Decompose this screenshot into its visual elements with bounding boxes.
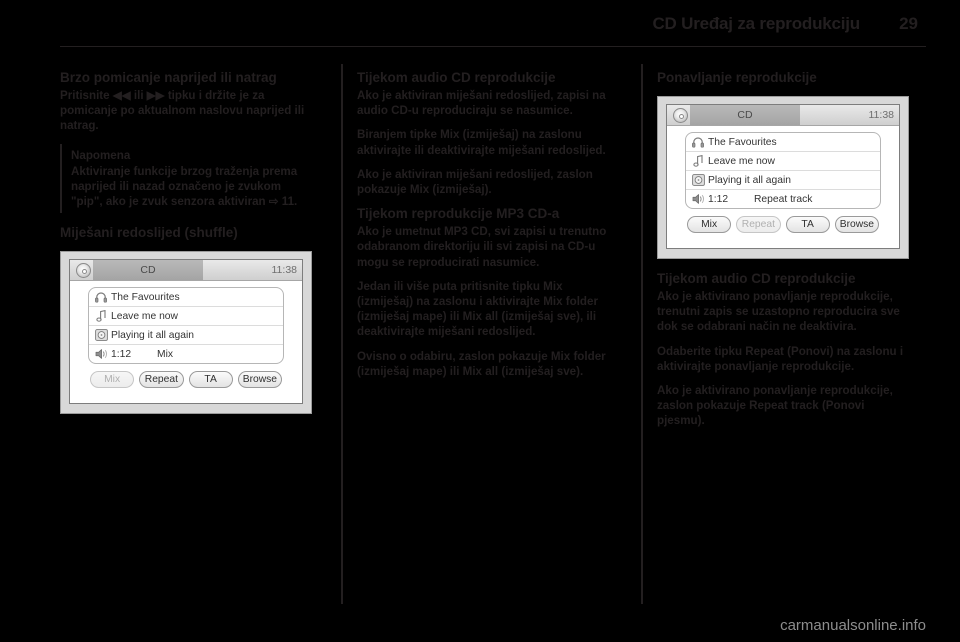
header-divider-rule (60, 46, 926, 47)
status-bar: CD 11:38 (667, 105, 899, 126)
heading-mp3-cd-playback: Tijekom reprodukcije MP3 CD-a (357, 206, 560, 222)
list-item[interactable]: Playing it all again (89, 326, 283, 346)
column-middle: Tijekom audio CD reprodukcije Ako je akt… (357, 70, 609, 388)
column-left: Brzo pomicanje naprijed ili natrag Priti… (60, 70, 312, 426)
infotainment-screenshot-repeat: CD 11:38 The Favourites Leave me now Pla… (657, 96, 909, 259)
playback-status-row: 1:12 Repeat track (686, 190, 880, 208)
list-item-label: Leave me now (111, 310, 178, 322)
cd-disc-icon (670, 107, 690, 123)
paragraph-repeat-2: Odaberite tipku Repeat (Ponovi) na zaslo… (657, 344, 904, 373)
track-info-list: The Favourites Leave me now Playing it a… (88, 287, 284, 365)
paragraph-mix-audio-3: Ako je aktiviran miješani redoslijed, za… (357, 167, 593, 197)
mix-button[interactable]: Mix (90, 371, 135, 389)
screen-button-bar: Mix Repeat TA Browse (685, 216, 881, 233)
source-label: CD (690, 105, 800, 125)
speaker-icon (691, 193, 705, 206)
infotainment-screen: CD 11:38 The Favourites Leave me now Pla… (666, 104, 900, 249)
paragraph-mix-audio-1: Ako je aktiviran miješani redoslijed, za… (357, 89, 606, 118)
playback-mode-label: Repeat track (754, 193, 813, 205)
browse-button[interactable]: Browse (237, 371, 282, 389)
column-right: Ponavljanje reprodukcije CD 11:38 The Fa… (657, 70, 909, 438)
repeat-button[interactable]: Repeat (736, 216, 781, 233)
manual-page: CD Uređaj za reprodukciju 29 Brzo pomica… (0, 0, 960, 642)
music-note-icon (691, 155, 705, 168)
heading-shuffle: Miješani redoslijed (shuffle) (60, 225, 238, 241)
ta-button[interactable]: TA (785, 216, 830, 233)
list-item[interactable]: The Favourites (89, 288, 283, 308)
cd-disc-icon (73, 262, 93, 278)
page-number: 29 (899, 14, 918, 33)
elapsed-time: 1:12 (111, 348, 132, 360)
list-item-label: The Favourites (111, 291, 180, 303)
heading-repeat-audio-cd: Tijekom audio CD reprodukcije (657, 271, 856, 286)
paragraph-repeat-1: Ako je aktivirano ponavljanje reprodukci… (657, 290, 900, 334)
headphones-icon (691, 136, 705, 149)
list-item-label: Playing it all again (708, 174, 791, 186)
list-item-label: Playing it all again (111, 329, 194, 341)
paragraph-fast-forward: Pritisnite ◀◀ ili ▶▶ tipku i držite je z… (60, 89, 305, 133)
heading-repeat-playback: Ponavljanje reprodukcije (657, 70, 817, 85)
list-item-label: The Favourites (708, 136, 777, 148)
clock: 11:38 (271, 264, 298, 277)
screen-button-bar: Mix Repeat TA Browse (88, 371, 284, 389)
paragraph-mix-mp3-1: Ako je umetnut MP3 CD, svi zapisi u tren… (357, 225, 607, 269)
infotainment-screen: CD 11:38 The Favourites Leave me now Pla… (69, 259, 303, 405)
disc-icon (691, 174, 705, 187)
clock: 11:38 (868, 109, 895, 121)
note-box: Napomena Aktiviranje funkcije brzog traž… (60, 143, 312, 214)
ta-button[interactable]: TA (188, 371, 233, 389)
infotainment-screenshot-mix: CD 11:38 The Favourites Leave me now Pla… (60, 251, 312, 415)
page-header: CD Uređaj za reprodukciju 29 (0, 14, 960, 48)
column-divider-2 (641, 64, 643, 604)
paragraph-repeat-3: Ako je aktivirano ponavljanje reprodukci… (657, 384, 893, 428)
headphones-icon (94, 291, 108, 304)
mix-button[interactable]: Mix (687, 216, 732, 233)
repeat-button[interactable]: Repeat (139, 371, 184, 389)
list-item[interactable]: Playing it all again (686, 171, 880, 190)
heading-audio-cd-playback: Tijekom audio CD reprodukcije (357, 70, 556, 85)
disc-icon (94, 329, 108, 342)
browse-button[interactable]: Browse (834, 216, 879, 233)
paragraph-mix-audio-2: Biranjem tipke Mix (izmiješaj) na zaslon… (357, 128, 606, 157)
list-item-label: Leave me now (708, 155, 775, 167)
paragraph-mix-mp3-2: Jedan ili više puta pritisnite tipku Mix… (357, 279, 598, 339)
note-title: Napomena (71, 148, 131, 162)
page-title: CD Uređaj za reprodukciju (652, 14, 860, 33)
column-divider-1 (341, 64, 343, 604)
list-item[interactable]: Leave me now (89, 307, 283, 327)
playback-status-row: 1:12 Mix (89, 345, 283, 363)
elapsed-time: 1:12 (708, 193, 729, 205)
list-item[interactable]: The Favourites (686, 133, 880, 152)
heading-fast-forward: Brzo pomicanje naprijed ili natrag (60, 70, 277, 85)
screenshot-bezel: CD 11:38 The Favourites Leave me now Pla… (657, 96, 909, 259)
list-item[interactable]: Leave me now (686, 152, 880, 171)
paragraph-mix-mp3-3: Ovisno o odabiru, zaslon pokazuje Mix fo… (357, 349, 606, 378)
screenshot-bezel: CD 11:38 The Favourites Leave me now Pla… (60, 251, 312, 415)
note-text: Aktiviranje funkcije brzog traženja prem… (71, 164, 298, 209)
music-note-icon (94, 310, 108, 323)
speaker-icon (94, 348, 108, 361)
playback-mode-label: Mix (157, 348, 174, 360)
screen-body: The Favourites Leave me now Playing it a… (667, 126, 899, 248)
track-info-list: The Favourites Leave me now Playing it a… (685, 132, 881, 209)
status-bar: CD 11:38 (70, 260, 302, 282)
source-label: CD (93, 260, 203, 281)
footer-watermark: carmanualsonline.info (780, 617, 926, 634)
screen-body: The Favourites Leave me now Playing it a… (70, 281, 302, 403)
